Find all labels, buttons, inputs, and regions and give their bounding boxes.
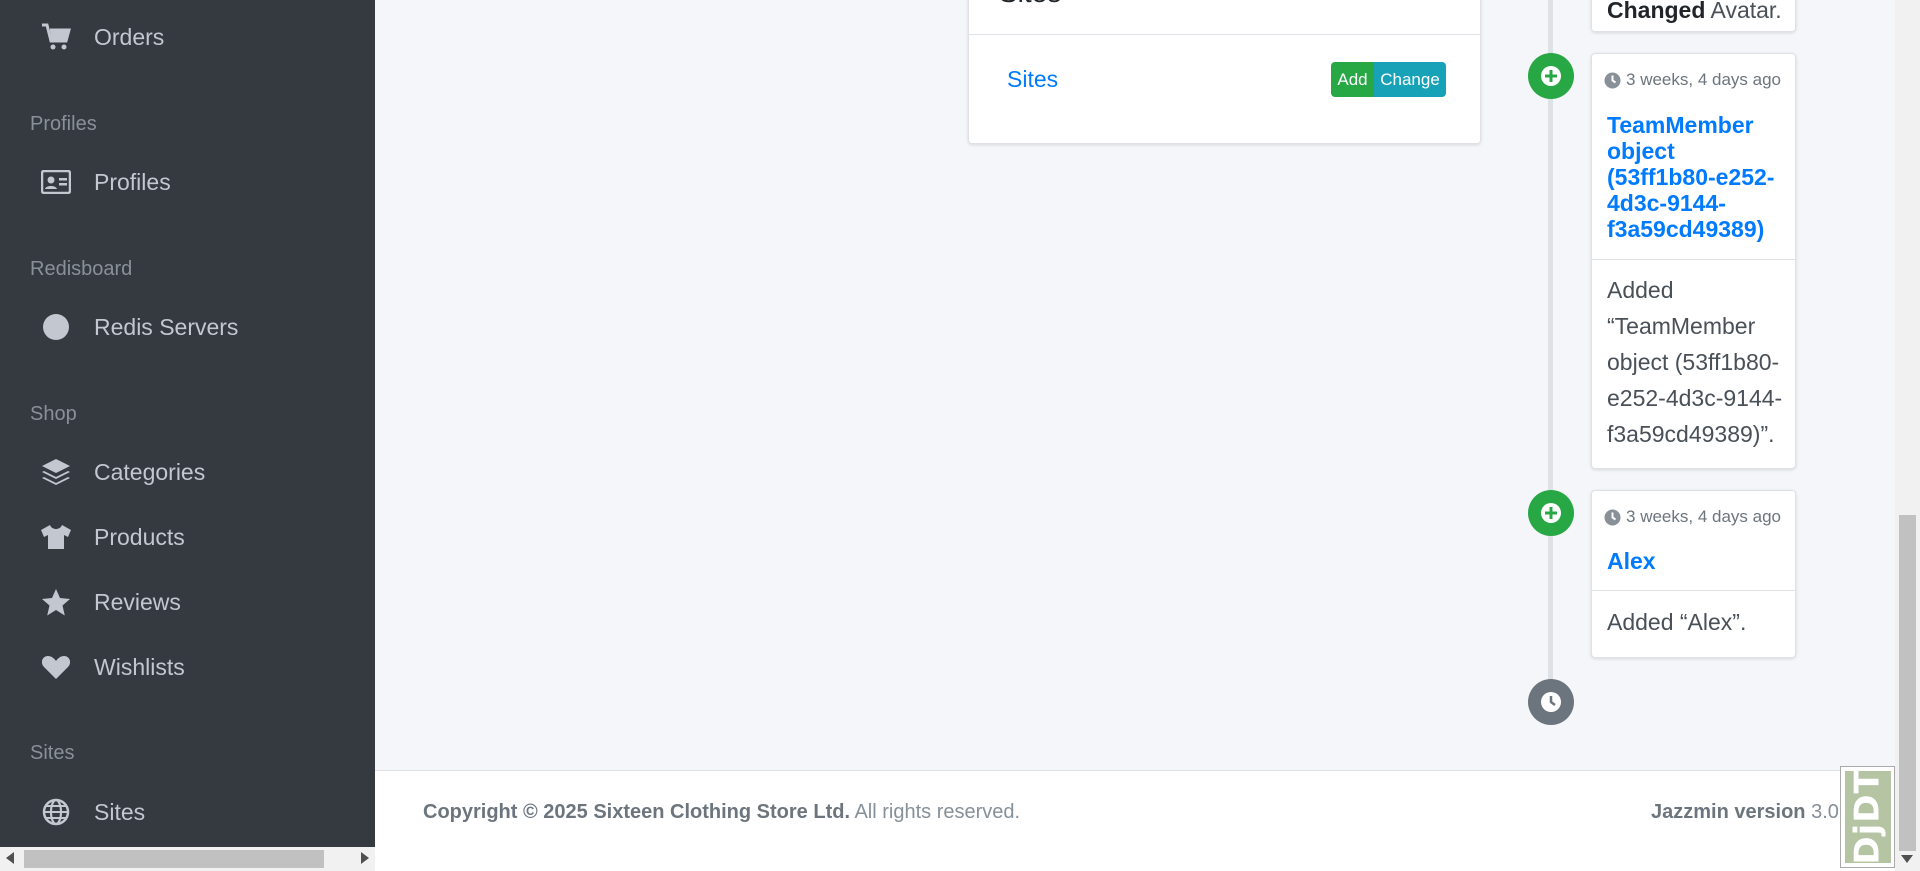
timeline-item: 3 weeks, 4 days ago TeamMember object (5…: [1591, 53, 1796, 469]
timeline-item-partial: Changed Avatar.: [1591, 0, 1796, 32]
scroll-down-arrow-icon[interactable]: [1901, 855, 1913, 863]
timeline-action: Changed: [1607, 0, 1706, 23]
timeline-item: 3 weeks, 4 days ago Alex Added “Alex”.: [1591, 490, 1796, 658]
sidebar-item-label: Reviews: [94, 588, 181, 615]
timeline-object-link[interactable]: Alex: [1607, 548, 1787, 574]
timeline-line: [1548, 0, 1553, 700]
sidebar-item-orders[interactable]: Orders: [0, 10, 375, 64]
sidebar-header-redisboard: Redisboard: [30, 258, 133, 280]
timeline-time-text: 3 weeks, 4 days ago: [1626, 507, 1781, 526]
scroll-right-arrow-icon[interactable]: [361, 852, 369, 864]
sidebar-item-label: Redis Servers: [94, 313, 239, 340]
sidebar-item-reviews[interactable]: Reviews: [0, 575, 375, 629]
main-content: Sites Sites Add Change Changed Avatar. 3…: [375, 0, 1895, 871]
sidebar-header-shop: Shop: [30, 403, 77, 425]
sites-app-card: Sites Sites Add Change: [968, 0, 1481, 144]
scrollbar-thumb[interactable]: [24, 850, 324, 868]
timeline-object-link[interactable]: TeamMember object (53ff1b80-e252-4d3c-91…: [1607, 112, 1787, 242]
timeline-body: Added “Alex”.: [1607, 609, 1747, 635]
copyright-owner: Copyright © 2025 Sixteen Clothing Store …: [423, 801, 851, 823]
divider: [1592, 259, 1795, 260]
timeline-time-text: 3 weeks, 4 days ago: [1626, 70, 1781, 89]
sidebar-item-wishlists[interactable]: Wishlists: [0, 640, 375, 694]
sidebar-item-profiles[interactable]: Profiles: [0, 155, 375, 209]
clock-icon: [1528, 679, 1574, 725]
scroll-left-arrow-icon[interactable]: [6, 852, 14, 864]
clock-icon: [1604, 509, 1621, 525]
clock-icon: [1604, 72, 1621, 88]
page-vertical-scrollbar[interactable]: [1895, 0, 1920, 871]
id-card-icon: [40, 167, 72, 197]
debug-toolbar-handle[interactable]: DjDT: [1840, 766, 1895, 868]
sidebar-item-label: Orders: [94, 23, 165, 50]
footer: Copyright © 2025 Sixteen Clothing Store …: [375, 770, 1895, 871]
sidebar-item-products[interactable]: Products: [0, 510, 375, 564]
heart-icon: [40, 652, 72, 682]
card-title: Sites: [999, 0, 1061, 9]
sidebar-item-categories[interactable]: Categories: [0, 445, 375, 499]
sidebar-header-sites: Sites: [30, 742, 75, 764]
layers-icon: [40, 457, 72, 487]
version-label: Jazzmin version: [1651, 801, 1806, 823]
divider: [969, 34, 1480, 35]
star-icon: [40, 587, 72, 617]
timeline-time: 3 weeks, 4 days ago: [1604, 507, 1781, 527]
globe-icon: [40, 797, 72, 827]
sidebar-header-profiles: Profiles: [30, 113, 97, 135]
shopping-cart-icon: [40, 22, 72, 52]
circle-icon: [40, 312, 72, 342]
copyright: Copyright © 2025 Sixteen Clothing Store …: [423, 801, 1020, 824]
version-info: Jazzmin version 3.0.0: [1651, 801, 1856, 824]
sidebar: Orders Profiles Profiles Redisboard Redi…: [0, 0, 375, 871]
divider: [1592, 590, 1795, 591]
change-button[interactable]: Change: [1374, 62, 1446, 97]
tshirt-icon: [40, 522, 72, 552]
sidebar-item-label: Wishlists: [94, 653, 185, 680]
sidebar-item-sites[interactable]: Sites: [0, 785, 375, 839]
plus-circle-icon: [1528, 53, 1574, 99]
sidebar-item-label: Profiles: [94, 168, 171, 195]
add-button[interactable]: Add: [1331, 62, 1374, 97]
scrollbar-thumb[interactable]: [1899, 515, 1916, 851]
djdt-logo: DjDT: [1844, 769, 1891, 865]
sidebar-horizontal-scrollbar[interactable]: [0, 847, 375, 871]
sites-model-link[interactable]: Sites: [1007, 66, 1058, 93]
sidebar-item-redis-servers[interactable]: Redis Servers: [0, 300, 375, 354]
timeline-body: Added “TeamMember object (53ff1b80-e252-…: [1607, 277, 1783, 447]
timeline-text: Avatar.: [1710, 0, 1782, 23]
timeline-time: 3 weeks, 4 days ago: [1604, 70, 1781, 90]
sidebar-item-label: Categories: [94, 458, 206, 485]
plus-circle-icon: [1528, 490, 1574, 536]
sidebar-item-label: Sites: [94, 798, 146, 825]
copyright-rest: All rights reserved.: [850, 801, 1021, 823]
sidebar-item-label: Products: [94, 523, 185, 550]
djdt-label: DjDT: [1847, 769, 1888, 865]
